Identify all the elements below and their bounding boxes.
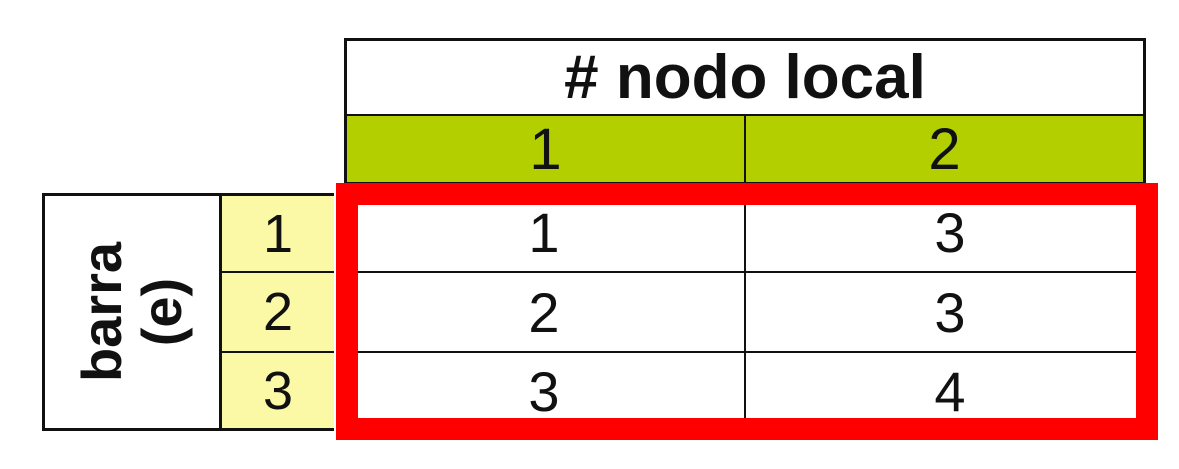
row-group-label-line1: barra <box>70 241 133 383</box>
table-cell-r2-c2: 3 <box>746 273 1154 353</box>
row-label-3: 3 <box>222 353 334 431</box>
table-cell-r3-c2: 4 <box>746 353 1154 431</box>
table-title: # nodo local <box>344 38 1146 114</box>
row-label-2: 2 <box>222 273 334 353</box>
row-group-label-line2: (e) <box>130 277 193 347</box>
table-cell-r3-c1: 3 <box>344 353 746 431</box>
table-cell-r1-c1: 1 <box>344 193 746 273</box>
column-header-1: 1 <box>344 114 746 184</box>
table-cell-r2-c1: 2 <box>344 273 746 353</box>
row-label-1: 1 <box>222 193 334 273</box>
column-header-2: 2 <box>746 114 1146 184</box>
table-cell-r1-c2: 3 <box>746 193 1154 273</box>
row-group-label: barra (e) <box>42 193 222 431</box>
